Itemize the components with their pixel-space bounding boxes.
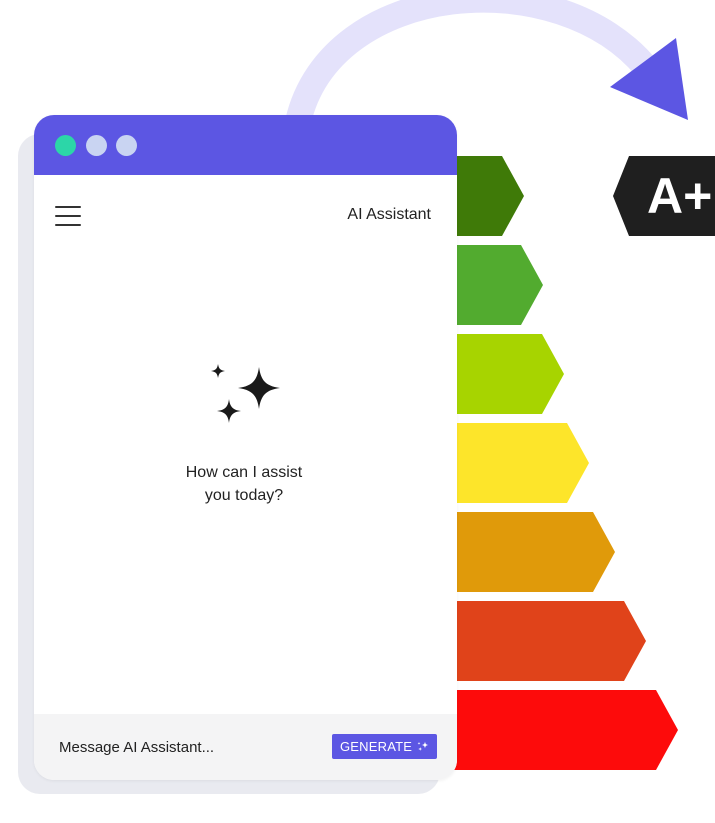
energy-bar-3 [440, 334, 564, 414]
window-dot-light[interactable] [86, 135, 107, 156]
assistant-window: AI Assistant How can I assist you today?… [34, 115, 457, 780]
rating-badge: A+ [613, 156, 715, 236]
app-title: AI Assistant [347, 206, 431, 223]
greeting-line-2: you today? [204, 487, 284, 504]
illustration-stage: A+ AI Assistant How can I assist you tod… [0, 0, 715, 823]
greeting-line-1: How can I assist [185, 464, 303, 481]
rating-badge-label: A+ [647, 168, 713, 224]
window-dot-green[interactable] [55, 135, 76, 156]
energy-bar-5 [440, 512, 615, 592]
sparkle-icon [211, 364, 280, 423]
energy-bar-7 [440, 690, 678, 770]
window-titlebar [34, 115, 457, 175]
energy-bar-6 [440, 601, 646, 681]
generate-button-label: GENERATE [340, 739, 413, 754]
energy-bar-4 [440, 423, 589, 503]
window-dot-light[interactable] [116, 135, 137, 156]
message-composer: GENERATE [34, 714, 457, 780]
generate-button[interactable]: GENERATE [332, 734, 438, 759]
message-input[interactable] [59, 734, 319, 760]
sparkle-icon [417, 741, 429, 751]
hamburger-menu-icon[interactable] [55, 205, 83, 231]
greeting-text: How can I assist you today? [154, 461, 334, 507]
